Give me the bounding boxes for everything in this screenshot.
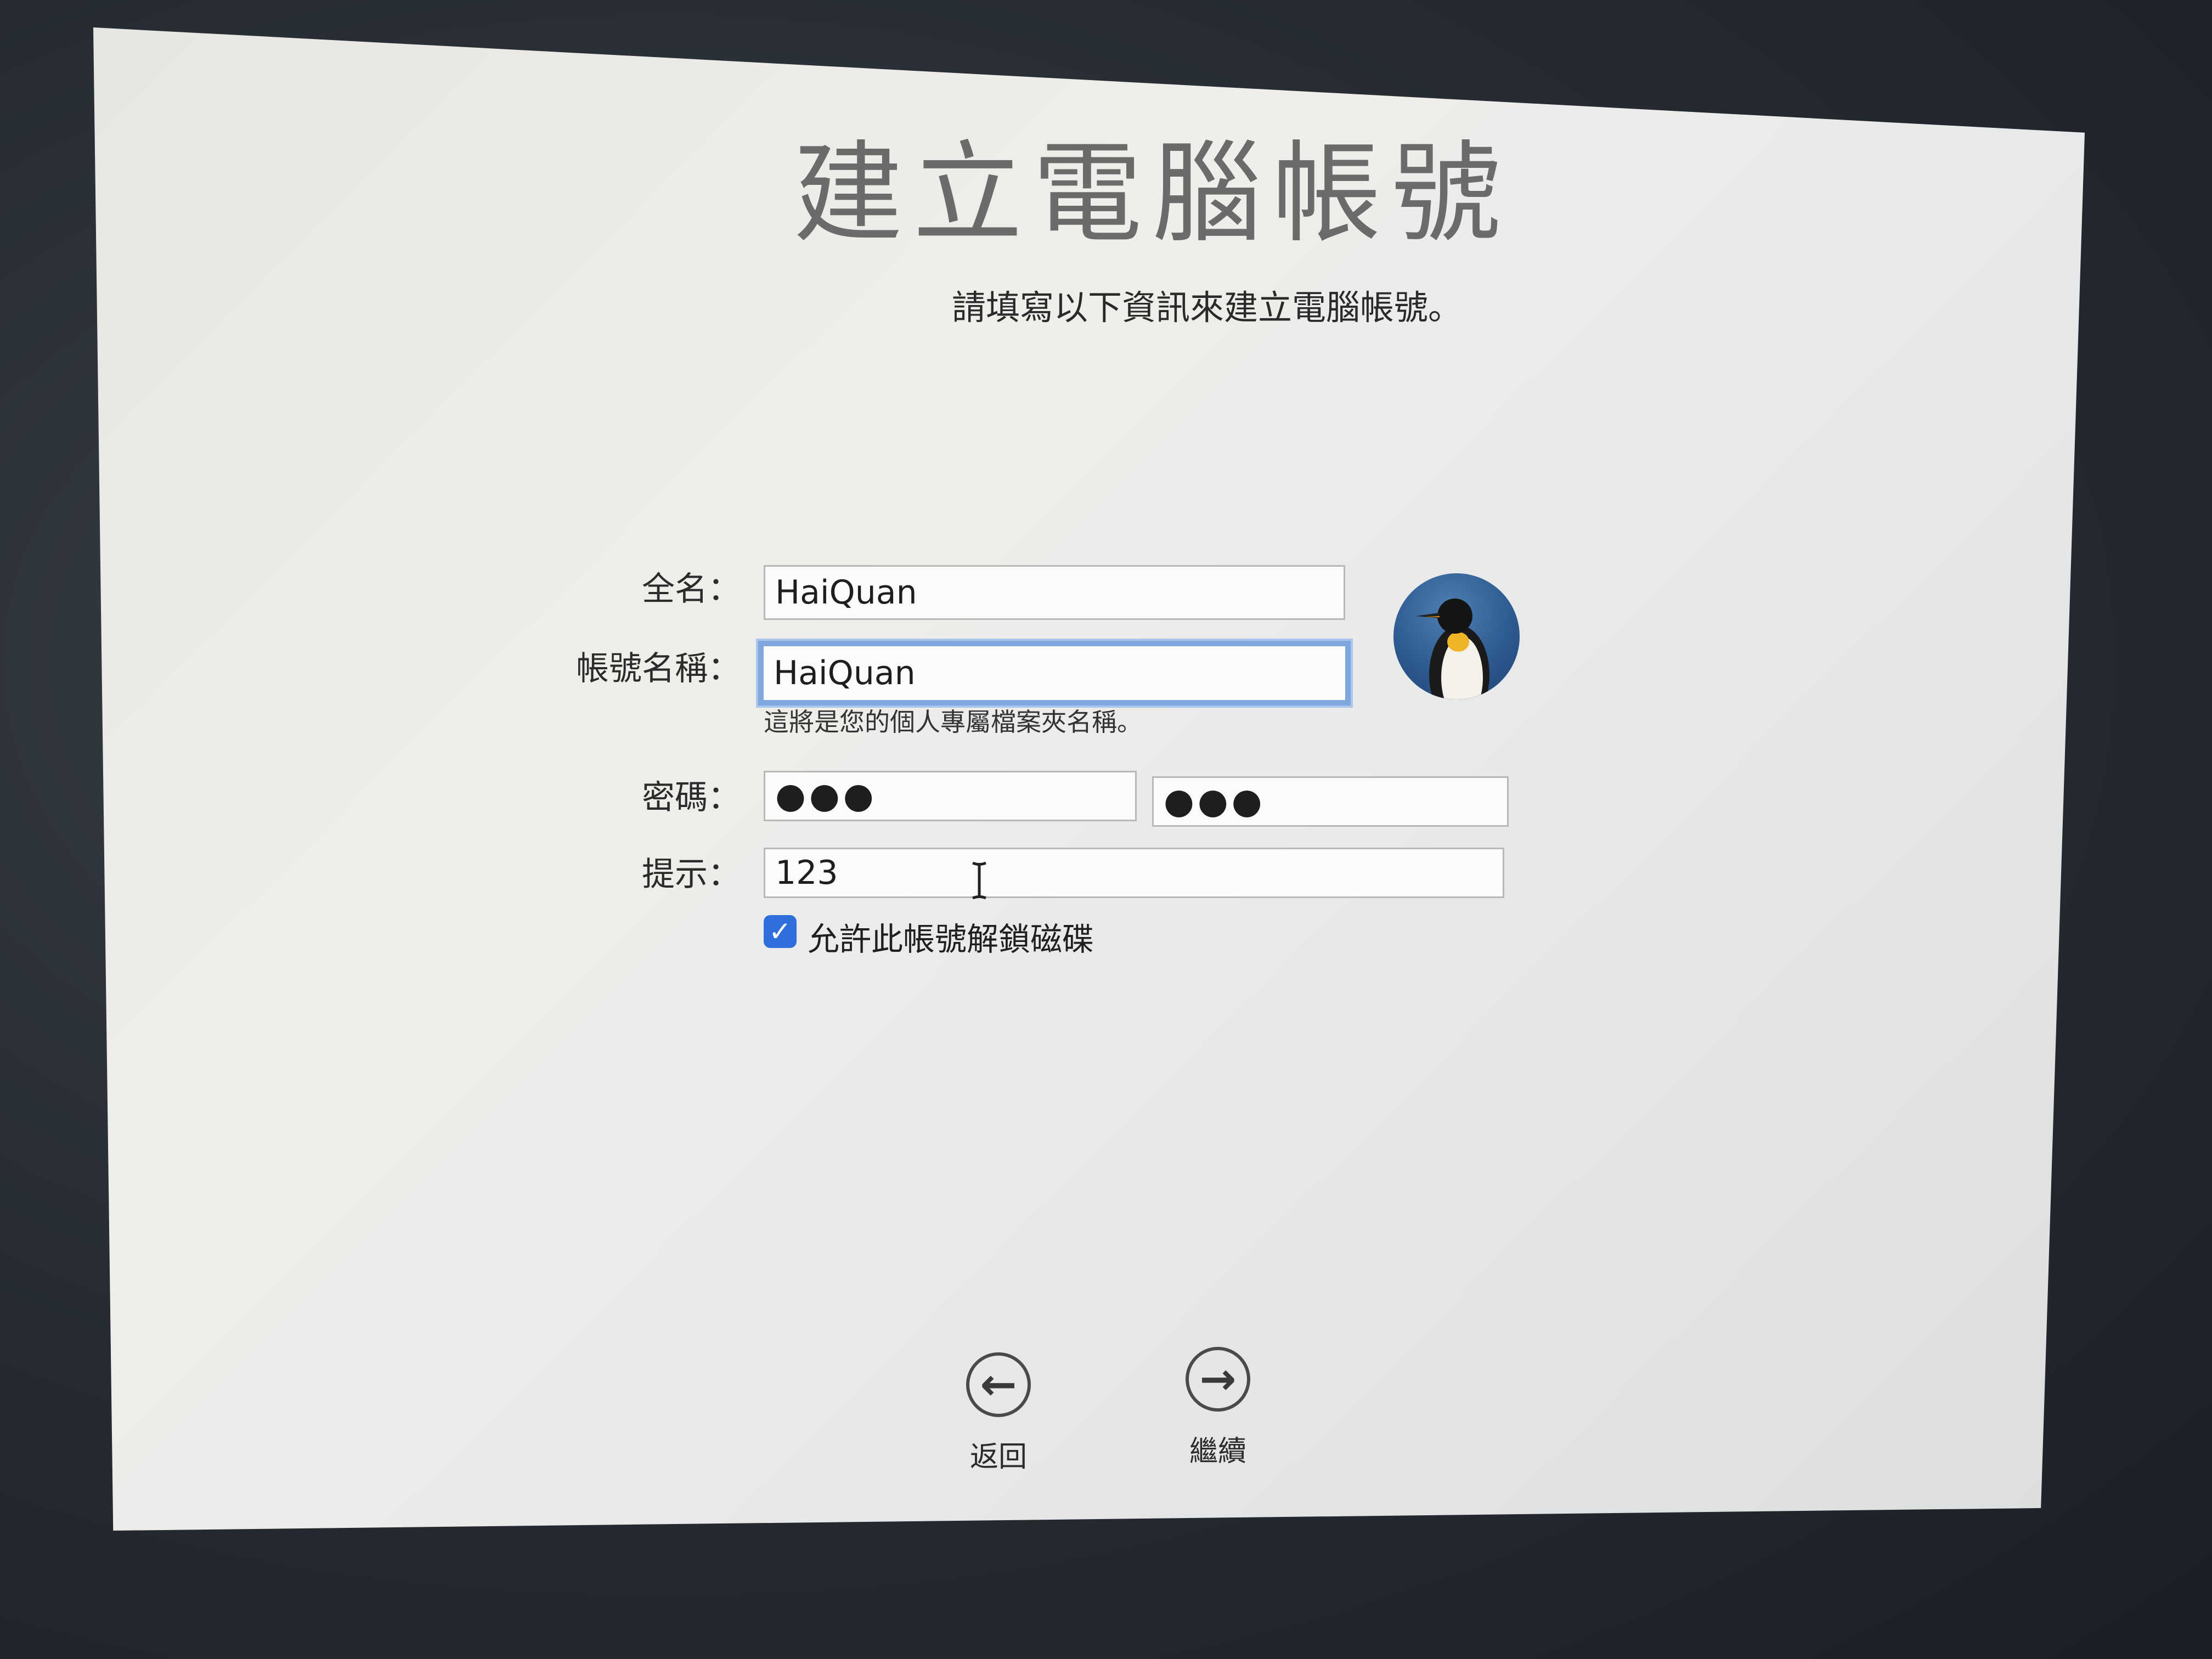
page-subtitle: 請填寫以下資訊來建立電腦帳號。 (951, 287, 1462, 328)
password-value: ●●● (775, 776, 877, 816)
password-verify-field[interactable]: ●●● (1152, 776, 1509, 827)
hint-field[interactable]: 123 (764, 848, 1504, 898)
screen: 建立電腦帳號 請填寫以下資訊來建立電腦帳號。 全名： HaiQuan 帳號名稱：… (0, 0, 2212, 1659)
account-name-value: HaiQuan (774, 654, 916, 692)
password-verify-value: ●●● (1164, 781, 1266, 822)
allow-unlock-label[interactable]: 允許此帳號解鎖磁碟 (808, 913, 1094, 960)
full-name-value: HaiQuan (775, 573, 917, 612)
text-cursor-icon (972, 861, 986, 900)
account-name-label: 帳號名稱： (576, 650, 741, 688)
full-name-label: 全名： (642, 570, 741, 608)
hint-label: 提示： (642, 855, 741, 894)
continue-label: 繼續 (1189, 1435, 1246, 1468)
arrow-left-icon: ← (966, 1352, 1031, 1417)
back-label: 返回 (969, 1441, 1027, 1474)
page-title: 建立電腦帳號 (793, 130, 1511, 258)
full-name-field[interactable]: HaiQuan (764, 565, 1345, 620)
user-avatar[interactable] (1393, 573, 1520, 699)
password-field[interactable]: ●●● (764, 771, 1137, 821)
arrow-right-icon: → (1186, 1347, 1250, 1412)
checkmark-icon: ✓ (769, 916, 792, 947)
allow-unlock-checkbox[interactable]: ✓ (764, 915, 797, 948)
password-label: 密碼： (642, 778, 741, 817)
back-button[interactable]: ← 返回 (922, 1352, 1075, 1475)
account-name-note: 這將是您的個人專屬檔案夾名稱。 (764, 707, 1142, 737)
account-name-field[interactable]: HaiQuan (758, 641, 1351, 706)
hint-value: 123 (775, 854, 838, 892)
penguin-avatar-icon (1415, 599, 1489, 699)
continue-button[interactable]: → 繼續 (1141, 1347, 1295, 1469)
